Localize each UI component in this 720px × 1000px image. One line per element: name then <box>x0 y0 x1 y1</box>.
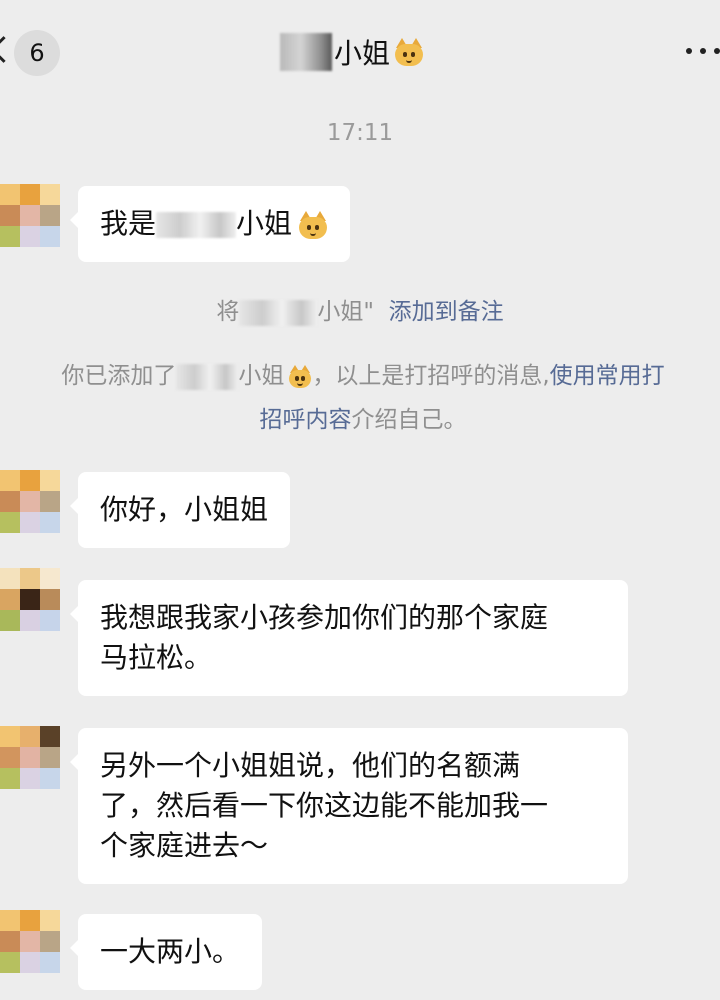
message-text: 另外一个小姐姐说，他们的名额满 <box>100 749 521 782</box>
chat-header: 6 小姐 <box>0 0 720 100</box>
message-text: 小姐 <box>236 207 293 240</box>
cat-face-icon <box>288 365 312 388</box>
cat-face-icon <box>298 211 328 239</box>
contact-avatar[interactable] <box>0 184 60 268</box>
system-text: 小姐" <box>317 299 374 325</box>
message-text: 你好，小姐姐 <box>100 493 269 526</box>
redacted-name-blur <box>239 299 318 326</box>
greeting-template-link[interactable]: 使用常用打 <box>550 363 665 389</box>
message-text: 马拉松。 <box>100 641 213 674</box>
message-text: 我想跟我家小孩参加你们的那个家庭 <box>100 601 549 634</box>
system-text: ，以上是打招呼的消息, <box>312 363 550 389</box>
redacted-name-blur <box>156 212 237 238</box>
contact-avatar[interactable] <box>0 470 60 554</box>
message-bubble[interactable]: 你好，小姐姐 <box>69 472 291 548</box>
greeting-template-link[interactable]: 招呼内容 <box>260 407 352 433</box>
system-text: 将 <box>216 299 240 325</box>
message-bubble[interactable]: 我是 小姐 <box>69 186 351 262</box>
system-added-notice: 你已添加了 小姐 ，以上是打招呼的消息,使用常用打招呼内容介绍自己。 <box>18 354 708 442</box>
redacted-name-blur <box>280 33 332 71</box>
system-text: 小姐 <box>238 363 285 389</box>
contact-avatar[interactable] <box>0 568 60 652</box>
system-text: 你已添加了 <box>61 363 177 389</box>
system-remark-notice: 将 小姐" 添加到备注 <box>0 292 720 326</box>
cat-face-icon <box>394 38 424 66</box>
message-bubble[interactable]: 另外一个小姐姐说，他们的名额满 了，然后看一下你这边能不能加我一 个家庭进去～ <box>70 728 628 884</box>
chat-title-text: 小姐 <box>334 37 391 70</box>
chat-title: 小姐 <box>280 32 424 72</box>
message-text: 了，然后看一下你这边能不能加我一 <box>100 789 549 822</box>
message-text: 个家庭进去～ <box>100 829 269 862</box>
message-timestamp: 17:11 <box>326 120 394 146</box>
add-remark-link[interactable]: 添加到备注 <box>389 299 504 325</box>
message-bubble[interactable]: 我想跟我家小孩参加你们的那个家庭 马拉松。 <box>70 580 628 696</box>
system-text: 介绍自己。 <box>351 407 467 433</box>
message-bubble[interactable]: 一大两小。 <box>69 914 263 990</box>
ellipsis-icon[interactable] <box>686 48 720 54</box>
contact-avatar[interactable] <box>0 726 60 810</box>
redacted-name-blur <box>176 363 239 390</box>
message-text: 我是 <box>100 207 157 240</box>
message-text: 一大两小。 <box>100 935 241 968</box>
unread-count-badge[interactable]: 6 <box>14 30 60 76</box>
contact-avatar[interactable] <box>0 910 60 994</box>
